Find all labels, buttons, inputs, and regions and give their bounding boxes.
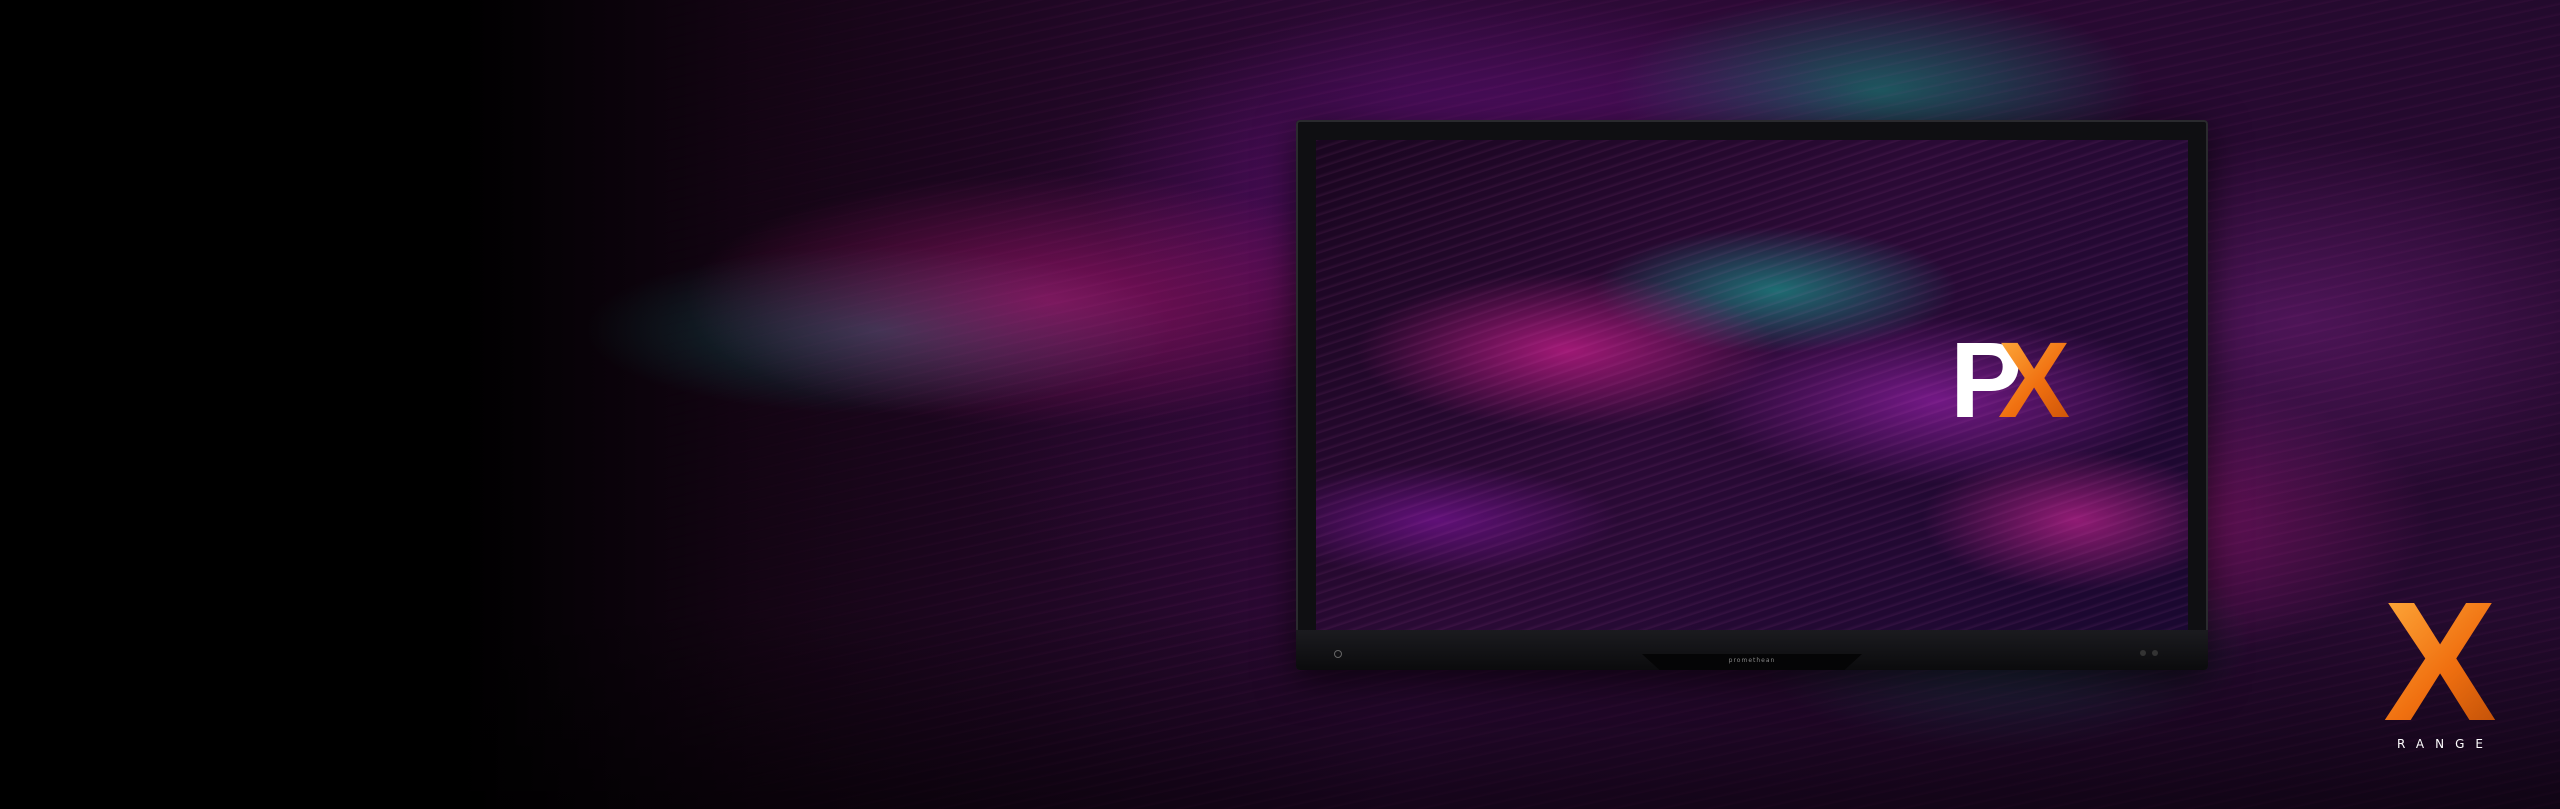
x-range-letter: X [2370,577,2510,747]
display-bottom-bezel: promethean [1296,630,2208,670]
bezel-sensor-icons [2140,650,2170,658]
px-logo-letter-x: X [1998,319,2071,440]
px-logo: P X [1950,319,2071,440]
x-range-badge: X RANGE [2370,577,2510,751]
hero-banner: promethean P X X RANGE [0,0,2560,809]
bezel-brand-label: promethean [1728,657,1776,664]
interactive-display-panel: promethean [1296,120,2208,670]
